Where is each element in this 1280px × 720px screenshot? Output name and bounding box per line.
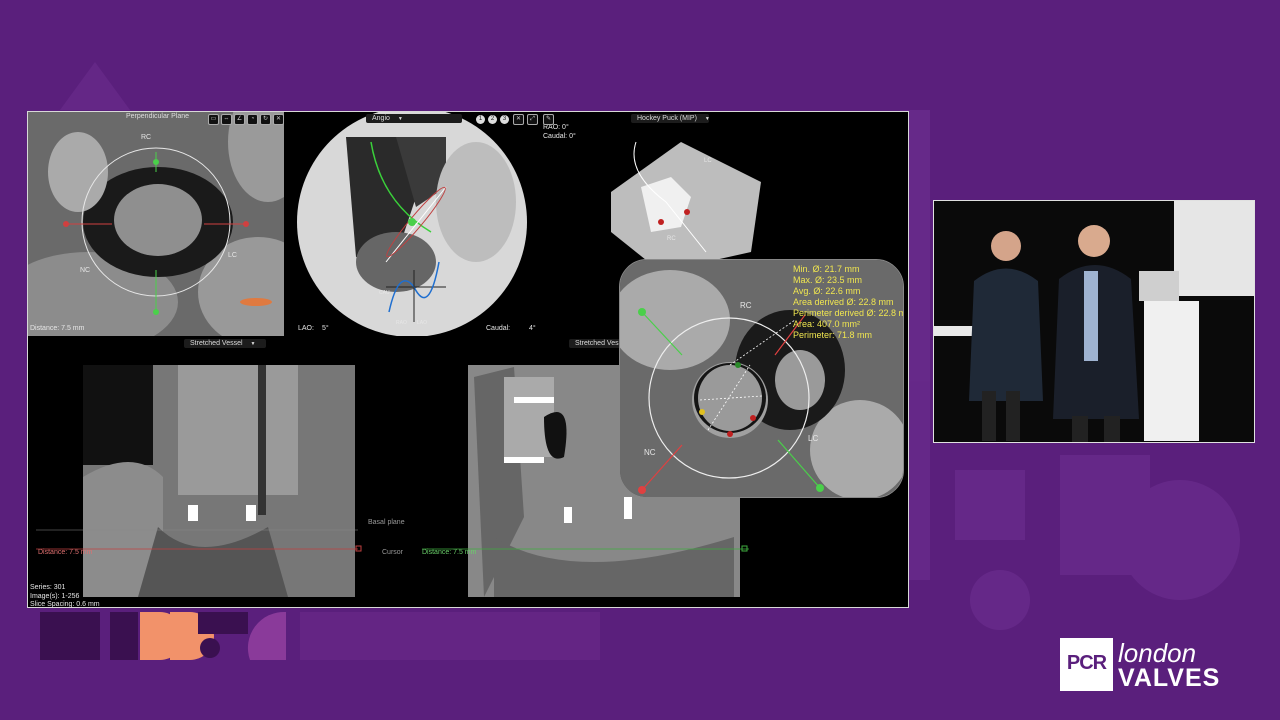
avg-diameter: Avg. Ø: 22.6 mm bbox=[793, 286, 861, 296]
rao-label: RAO: 0° bbox=[543, 124, 569, 131]
caudal-angle-label: Caudal: 0° bbox=[543, 133, 576, 140]
series-label: Series: 301 bbox=[30, 584, 66, 591]
sync-icon[interactable]: ↻ bbox=[260, 114, 271, 125]
crop-icon[interactable]: ◔ bbox=[247, 114, 258, 125]
pcr-logo-text: PCR bbox=[1066, 652, 1107, 674]
curve-cau-label: CAU bbox=[379, 290, 390, 296]
rc-label: RC bbox=[141, 134, 152, 141]
pcr-logo: PCR bbox=[1060, 638, 1113, 691]
settings-icon[interactable]: ✕ bbox=[273, 114, 284, 125]
angle-icon[interactable]: ∠ bbox=[234, 114, 245, 125]
preset-button-2[interactable]: 2 bbox=[488, 115, 497, 124]
expand-icon[interactable]: ⤢ bbox=[527, 114, 538, 125]
measure-icon[interactable]: ⇔ bbox=[221, 114, 232, 125]
curve-lao-label: LAO bbox=[417, 320, 428, 326]
caudal-value: 4° bbox=[529, 325, 536, 332]
lao-value: 5° bbox=[322, 325, 329, 332]
ruler-icon[interactable]: ▭ bbox=[208, 114, 219, 125]
annulus-zoom-inset[interactable]: RC NC LC Min. Ø: 21.7 mm Max. Ø: 23.5 mm… bbox=[619, 259, 904, 498]
speaker-video-frame bbox=[934, 201, 1254, 442]
angio-viewport[interactable]: Angio ▼ 1 2 3 ✕ ⤢ CAU RAO LAO LAO: 5° Cau… bbox=[286, 112, 540, 336]
perpendicular-plane-image bbox=[28, 112, 284, 336]
annulus-rc-label: RC bbox=[740, 301, 752, 310]
curve-rao-label: RAO bbox=[396, 320, 407, 326]
perimeter-value: Perimeter: 71.8 mm bbox=[793, 330, 873, 340]
perpendicular-plane-viewport[interactable]: Perpendicular Plane RC NC LC Distance: 7… bbox=[28, 112, 284, 336]
lc-label: LC bbox=[228, 252, 237, 259]
area-value: Area: 407.0 mm² bbox=[793, 319, 861, 329]
caudal-label: Caudal: bbox=[486, 325, 511, 332]
images-label: Image(s): 1-256 bbox=[30, 593, 80, 600]
stretched-left-distance: Distance: 7.5 mm bbox=[38, 549, 93, 556]
perimeter-derived-diameter: Perimeter derived Ø: 22.8 mm bbox=[793, 308, 904, 318]
distance-label: Distance: 7.5 mm bbox=[30, 325, 85, 332]
ct-viewer-window: Perpendicular Plane RC NC LC Distance: 7… bbox=[27, 111, 909, 608]
max-diameter: Max. Ø: 23.5 mm bbox=[793, 275, 863, 285]
stretched-vessel-left-image bbox=[28, 337, 412, 607]
annulus-lc-label: LC bbox=[808, 434, 819, 443]
angio-title[interactable]: Angio ▼ bbox=[366, 114, 462, 123]
annulus-image bbox=[620, 260, 903, 497]
preset-button-1[interactable]: 1 bbox=[476, 115, 485, 124]
hockey-rc-label: RC bbox=[667, 236, 676, 242]
hockey-puck-title[interactable]: Hockey Puck (MIP) ▼ bbox=[631, 114, 710, 123]
speaker-video bbox=[933, 200, 1255, 443]
logo-valves-text: VALVES bbox=[1118, 664, 1221, 692]
hockey-tools-icon[interactable]: ✎ bbox=[543, 114, 554, 125]
slice-spacing-label: Slice Spacing: 0.6 mm bbox=[30, 601, 100, 608]
cursor-label: Cursor bbox=[382, 549, 404, 556]
stretched-vessel-left-viewport[interactable]: Stretched Vessel ▼ Basal plane Cursor Dis… bbox=[28, 337, 412, 608]
min-diameter: Min. Ø: 21.7 mm bbox=[793, 264, 860, 274]
tools-icon[interactable]: ✕ bbox=[513, 114, 524, 125]
annulus-nc-label: NC bbox=[644, 448, 656, 457]
hockey-lc-label: LC bbox=[704, 158, 712, 164]
stretched-vessel-left-title[interactable]: Stretched Vessel ▼ bbox=[184, 339, 266, 348]
area-derived-diameter: Area derived Ø: 22.8 mm bbox=[793, 297, 894, 307]
basal-plane-label: Basal plane bbox=[368, 519, 405, 526]
preset-button-3[interactable]: 3 bbox=[500, 115, 509, 124]
lao-label: LAO: bbox=[298, 325, 314, 332]
nc-label: NC bbox=[80, 267, 91, 274]
perpendicular-plane-title: Perpendicular Plane bbox=[126, 113, 190, 120]
stretched-right-distance: Distance: 7.5 mm bbox=[422, 549, 477, 556]
angio-image bbox=[286, 112, 540, 336]
